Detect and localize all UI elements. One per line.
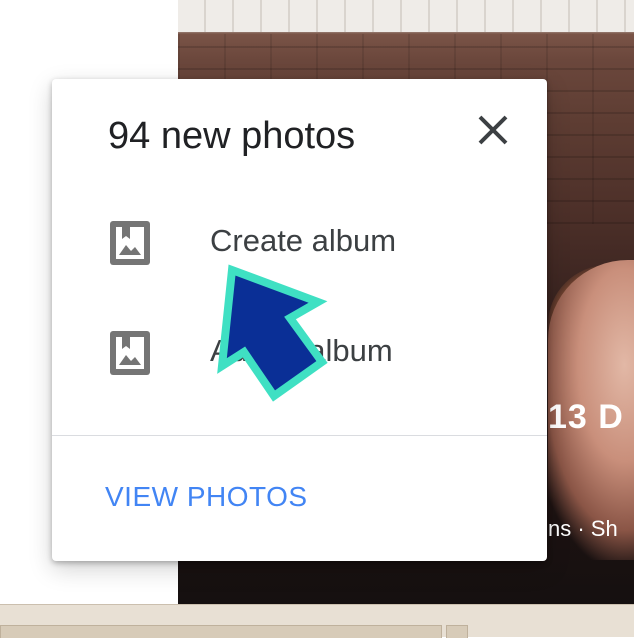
bottom-bar (0, 604, 634, 638)
dialog-title: 94 new photos (108, 115, 356, 157)
photo-overlay-meta: ns · Sh (548, 516, 618, 541)
pointer-arrow-icon (217, 264, 328, 402)
close-icon (478, 115, 508, 145)
bottom-bar-segment (446, 625, 468, 638)
photo-album-icon (110, 331, 150, 375)
close-button[interactable] (472, 109, 514, 151)
dialog-divider (52, 435, 547, 436)
photo-overlay-title: 13 D (548, 398, 624, 436)
bottom-bar-segment (0, 625, 442, 638)
create-album-label: Create album (210, 223, 397, 258)
view-photos-button[interactable]: VIEW PHOTOS (105, 481, 308, 513)
photo-album-icon (110, 221, 150, 265)
background-shelf (178, 0, 634, 32)
